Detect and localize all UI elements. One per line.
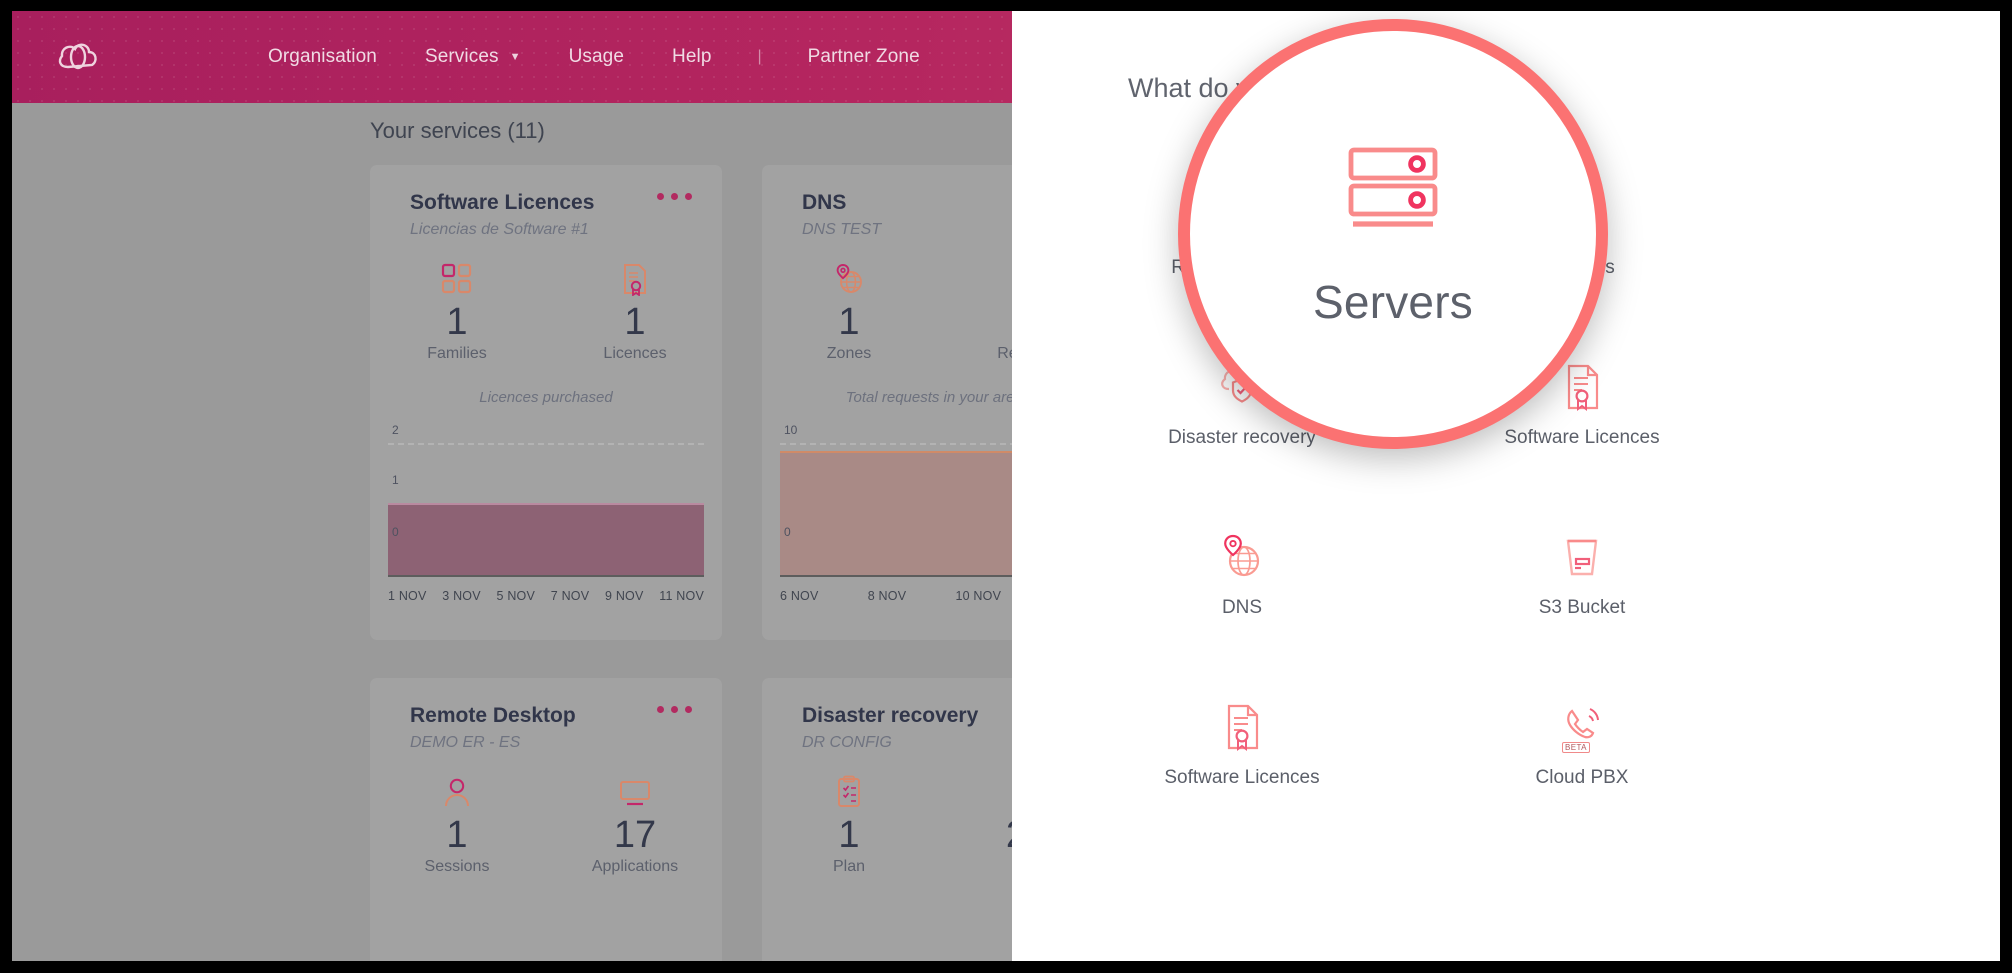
card-subtitle: DNS TEST xyxy=(802,221,882,238)
metric-value: 1 xyxy=(838,301,860,343)
families-icon xyxy=(409,259,505,299)
nav-item-services[interactable]: Services ▼ xyxy=(401,46,545,68)
metric-value: 17 xyxy=(613,814,657,856)
x-axis-tick: 11 NOV xyxy=(659,589,704,603)
card-title: Remote Desktop xyxy=(410,704,576,727)
nav-item-organisation[interactable]: Organisation xyxy=(244,46,401,68)
x-axis-tick: 7 NOV xyxy=(550,589,590,603)
page-title: Your services (11) xyxy=(370,118,545,143)
card-metrics: 1 Families 1 Licences xyxy=(370,259,722,363)
x-axis-tick: 10 NOV xyxy=(955,589,1002,603)
chart-x-ticks: 1 NOV 3 NOV 5 NOV 7 NOV 9 NOV 11 NOV xyxy=(388,589,704,603)
licence-certificate-icon xyxy=(587,259,683,299)
x-axis-tick: 9 NOV xyxy=(605,589,644,603)
card-title: Software Licences xyxy=(410,191,595,214)
y-axis-tick: 0 xyxy=(392,525,399,539)
nav-separator: | xyxy=(757,48,762,65)
metric-value: 1 xyxy=(838,814,860,856)
nav-label: Services xyxy=(424,46,499,67)
nav-item-usage[interactable]: Usage xyxy=(545,46,648,68)
panel-option-label: Cloud PBX xyxy=(1535,767,1629,788)
x-axis-tick: 3 NOV xyxy=(442,589,481,603)
metric-licences: 1 Licences xyxy=(587,259,683,363)
card-metrics: 1 Sessions 17 Applications xyxy=(370,772,722,876)
cloud-logo[interactable] xyxy=(56,37,102,77)
y-axis-tick: 10 xyxy=(784,423,798,437)
cloud-pbx-icon: BETA xyxy=(1556,691,1608,753)
card-title: DNS xyxy=(802,191,847,214)
panel-option-dns[interactable]: DNS xyxy=(1072,521,1412,619)
dns-globe-icon xyxy=(801,259,897,299)
chart-gridline xyxy=(388,443,704,445)
metric-label: Applications xyxy=(591,857,679,875)
monitor-icon xyxy=(587,772,683,812)
x-axis-tick: 5 NOV xyxy=(496,589,536,603)
metric-applications: 17 Applications xyxy=(587,772,683,876)
primary-nav: Organisation Services ▼ Usage Help | Par… xyxy=(244,11,944,103)
application-window: Organisation Services ▼ Usage Help | Par… xyxy=(12,11,2000,961)
chevron-down-icon: ▼ xyxy=(509,51,521,63)
card-overflow-menu-button[interactable] xyxy=(657,193,692,200)
metric-label: Families xyxy=(427,344,487,362)
chart-x-axis xyxy=(388,575,704,577)
software-licences-icon xyxy=(1216,691,1268,751)
panel-option-software-licences[interactable]: Software Licences xyxy=(1072,691,1412,789)
nav-item-help[interactable]: Help xyxy=(648,46,735,68)
metric-zones: 1 Zones xyxy=(801,259,897,363)
nav-item-partner-zone[interactable]: Partner Zone xyxy=(784,46,944,68)
y-axis-tick: 2 xyxy=(392,423,399,437)
s3-bucket-icon xyxy=(1556,521,1608,581)
nav-label: Partner Zone xyxy=(807,46,920,67)
x-axis-tick: 8 NOV xyxy=(867,589,907,603)
y-axis-tick: 1 xyxy=(392,473,399,487)
panel-option-label: Disaster recovery xyxy=(1168,427,1316,448)
service-card-software-licences[interactable]: Software Licences Licencias de Software … xyxy=(370,165,722,640)
card-subtitle: Licencias de Software #1 xyxy=(410,221,589,238)
servers-icon xyxy=(1341,140,1445,241)
card-subtitle: DEMO ER - ES xyxy=(410,734,521,751)
nav-label: Help xyxy=(672,46,712,67)
metric-value: 1 xyxy=(446,814,468,856)
metric-value: 1 xyxy=(446,301,468,343)
x-axis-tick: 1 NOV xyxy=(388,589,427,603)
magnifier-label: Servers xyxy=(1313,275,1473,328)
panel-option-cloud-pbx[interactable]: BETA Cloud PBX xyxy=(1412,691,1752,789)
x-axis-tick: 6 NOV xyxy=(780,589,819,603)
metric-plan: 1 Plan xyxy=(801,772,897,876)
y-axis-tick: 0 xyxy=(784,525,791,539)
chart-area-series xyxy=(388,503,704,575)
panel-option-label: S3 Bucket xyxy=(1538,597,1626,618)
metric-label: Sessions xyxy=(424,857,490,875)
card-overflow-menu-button[interactable] xyxy=(657,706,692,713)
magnifier-overlay: Servers xyxy=(1178,19,1608,449)
panel-option-label: DNS xyxy=(1221,597,1263,618)
nav-label: Organisation xyxy=(268,46,377,67)
metric-families: 1 Families xyxy=(409,259,505,363)
panel-option-label: Software Licences xyxy=(1164,767,1320,788)
metric-label: Plan xyxy=(832,857,866,875)
nav-label: Usage xyxy=(568,46,625,67)
metric-sessions: 1 Sessions xyxy=(409,772,505,876)
panel-option-label: Software Licences xyxy=(1504,427,1660,448)
card-title: Disaster recovery xyxy=(802,704,979,727)
metric-label: Licences xyxy=(603,344,667,362)
card-subtitle: DR CONFIG xyxy=(802,734,892,751)
chart-licences-purchased: 2 1 0 xyxy=(388,423,704,577)
service-card-remote-desktop[interactable]: Remote Desktop DEMO ER - ES 1 Sessions 1… xyxy=(370,678,722,961)
user-session-icon xyxy=(409,772,505,812)
metric-value: 1 xyxy=(624,301,646,343)
metric-label: Zones xyxy=(826,344,872,362)
beta-badge: BETA xyxy=(1562,742,1590,753)
dns-globe-icon xyxy=(1216,521,1268,581)
chart-caption: Licences purchased xyxy=(479,389,613,406)
panel-option-s3-bucket[interactable]: S3 Bucket xyxy=(1412,521,1752,619)
plan-clipboard-icon xyxy=(801,772,897,812)
screenshot-root: Organisation Services ▼ Usage Help | Par… xyxy=(0,0,2012,973)
